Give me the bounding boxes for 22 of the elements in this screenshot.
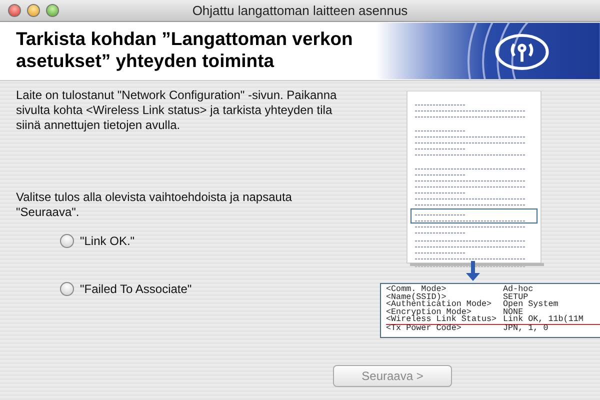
- radio-button[interactable]: [60, 234, 74, 248]
- radio-label[interactable]: "Link OK.": [80, 234, 135, 248]
- setting-name: <Tx Power Code>: [386, 324, 462, 333]
- instruction-text: Laite on tulostanut "Network Configuration" -sivun. Paikanna sivulta kohta <Wireless Link status> ja tarkista yhteyden tila siinä annettujen tietojen avulla.: [16, 88, 338, 133]
- setting-name: <Name(SSID)>: [386, 294, 446, 302]
- setting-name: <Wireless Link Status>: [386, 316, 498, 324]
- setting-value: Link OK, 11b(11M: [503, 316, 584, 324]
- setting-value: Open System: [503, 301, 558, 309]
- down-arrow-icon: [466, 261, 480, 281]
- minimize-button[interactable]: [27, 4, 40, 17]
- setting-name: <Authentication Mode>: [386, 301, 493, 309]
- radio-button[interactable]: [60, 282, 74, 296]
- radio-label[interactable]: "Failed To Associate": [80, 282, 192, 296]
- setting-value: SETUP: [503, 294, 528, 302]
- zoom-button[interactable]: [46, 4, 59, 17]
- setting-name: <Comm. Mode>: [386, 286, 448, 294]
- page-heading: Tarkista kohdan ”Langattoman verkon asetukset” yhteyden toiminta: [16, 28, 354, 73]
- setting-value: Ad-hoc: [503, 286, 534, 294]
- close-button[interactable]: [8, 4, 21, 17]
- instruction-text: Valitse tulos alla olevista vaihtoehdoista ja napsauta "Seuraava".: [16, 190, 293, 220]
- window-title: Ohjattu langattoman laitteen asennus: [192, 3, 408, 18]
- setting-value: JPN, 1, 0: [503, 324, 548, 333]
